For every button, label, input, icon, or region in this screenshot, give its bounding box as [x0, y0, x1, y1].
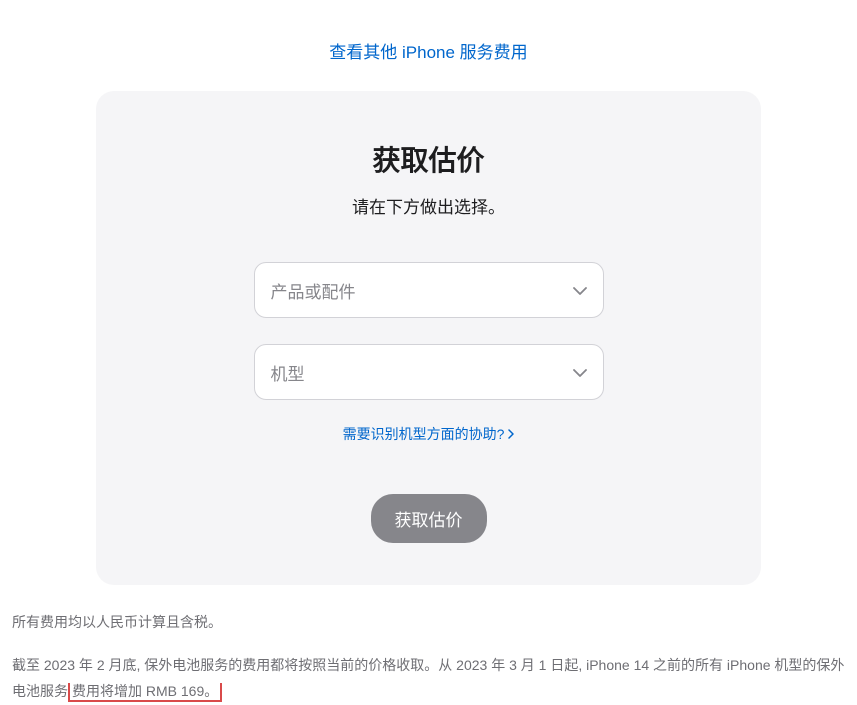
- card-subtitle: 请在下方做出选择。: [136, 193, 721, 218]
- footer-text: 所有费用均以人民币计算且含税。 截至 2023 年 2 月底, 保外电池服务的费…: [0, 585, 857, 705]
- help-link-text: 需要识别机型方面的协助?: [343, 424, 505, 444]
- chevron-down-icon: [573, 280, 587, 300]
- model-select[interactable]: 机型: [254, 344, 604, 400]
- footer-line1: 所有费用均以人民币计算且含税。: [12, 609, 845, 636]
- model-select-wrapper: 机型: [254, 344, 604, 400]
- identify-model-help-link[interactable]: 需要识别机型方面的协助?: [343, 424, 515, 444]
- get-estimate-button[interactable]: 获取估价: [371, 494, 487, 543]
- price-highlight: 费用将增加 RMB 169。: [68, 683, 222, 702]
- product-select-placeholder: 产品或配件: [271, 278, 356, 303]
- estimate-card: 获取估价 请在下方做出选择。 产品或配件 机型 需要识别机型方面的协助? 获取估…: [96, 91, 761, 585]
- chevron-down-icon: [573, 362, 587, 382]
- model-select-placeholder: 机型: [271, 360, 305, 385]
- footer-line2: 截至 2023 年 2 月底, 保外电池服务的费用都将按照当前的价格收取。从 2…: [12, 652, 845, 705]
- product-select[interactable]: 产品或配件: [254, 262, 604, 318]
- card-title: 获取估价: [136, 139, 721, 179]
- product-select-wrapper: 产品或配件: [254, 262, 604, 318]
- chevron-right-icon: [508, 429, 514, 439]
- submit-row: 获取估价: [136, 494, 721, 543]
- top-link-container: 查看其他 iPhone 服务费用: [0, 0, 857, 91]
- other-fees-link[interactable]: 查看其他 iPhone 服务费用: [329, 43, 527, 62]
